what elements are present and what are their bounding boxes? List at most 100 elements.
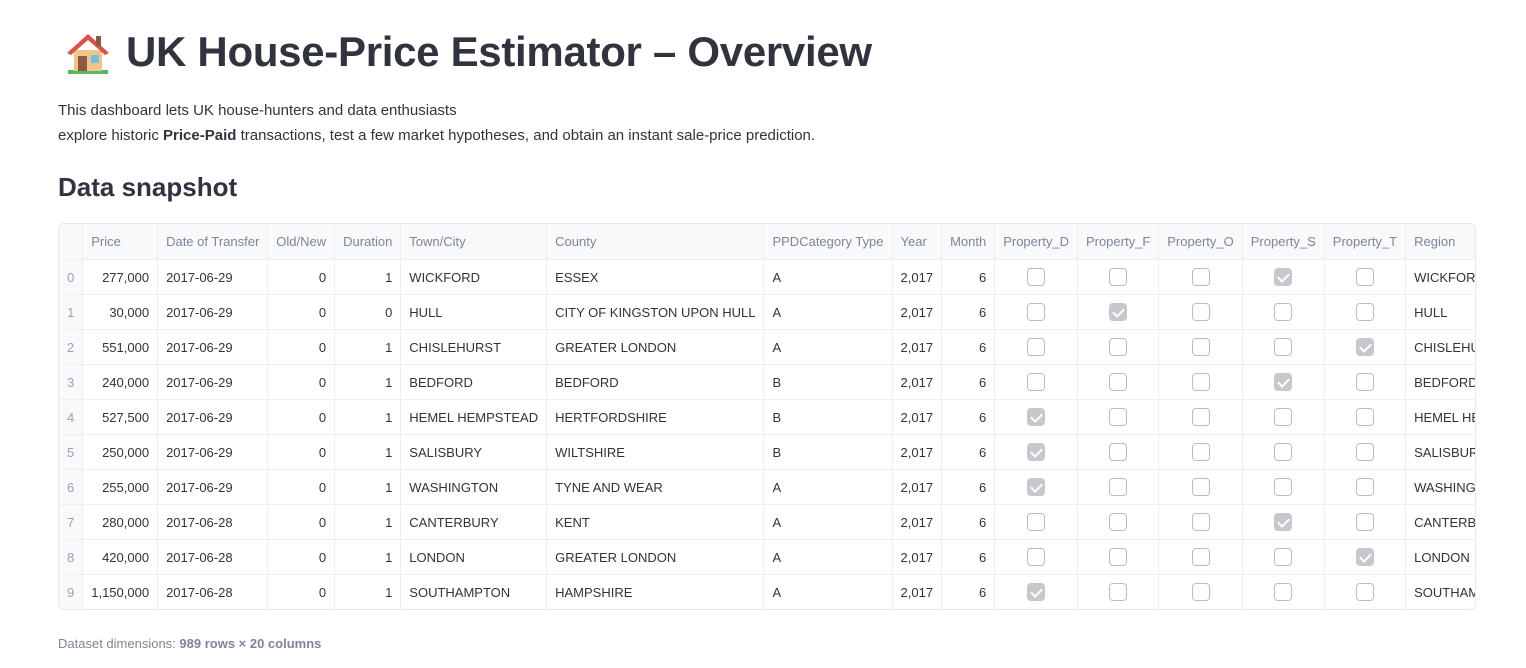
property-s-cell[interactable]	[1242, 329, 1325, 365]
column-header[interactable]: Duration	[334, 224, 402, 260]
property-f-cell[interactable]	[1077, 504, 1160, 540]
price-cell[interactable]: 250,000	[82, 434, 159, 470]
old-new-cell[interactable]: 0	[267, 259, 336, 295]
property-s-cell[interactable]	[1242, 399, 1325, 435]
unchecked-checkbox[interactable]	[1274, 303, 1293, 321]
town-cell[interactable]: HEMEL HEMPSTEAD	[400, 399, 548, 435]
unchecked-checkbox[interactable]	[1109, 338, 1128, 356]
checked-checkbox[interactable]	[1027, 583, 1046, 601]
unchecked-checkbox[interactable]	[1274, 338, 1293, 356]
unchecked-checkbox[interactable]	[1274, 478, 1293, 496]
ppd-category-cell[interactable]: A	[763, 574, 893, 609]
property-s-cell[interactable]	[1242, 539, 1325, 575]
property-s-cell[interactable]	[1242, 294, 1325, 330]
checked-checkbox[interactable]	[1355, 548, 1374, 566]
property-t-cell[interactable]	[1324, 259, 1407, 295]
price-cell[interactable]: 1,150,000	[82, 574, 159, 609]
year-cell[interactable]: 2,017	[892, 399, 943, 435]
duration-cell[interactable]: 1	[334, 469, 402, 505]
unchecked-checkbox[interactable]	[1274, 548, 1293, 566]
region-cell[interactable]: CANTERBUR	[1405, 504, 1475, 540]
unchecked-checkbox[interactable]	[1355, 583, 1374, 601]
property-d-cell[interactable]	[994, 574, 1078, 609]
year-cell[interactable]: 2,017	[892, 539, 943, 575]
unchecked-checkbox[interactable]	[1355, 303, 1374, 321]
month-cell[interactable]: 6	[941, 399, 996, 435]
town-cell[interactable]: SOUTHAMPTON	[400, 574, 548, 609]
region-cell[interactable]: WICKFORD	[1405, 259, 1475, 295]
property-t-cell[interactable]	[1324, 399, 1407, 435]
column-header[interactable]: Property_T	[1324, 224, 1407, 260]
property-f-cell[interactable]	[1077, 539, 1160, 575]
month-cell[interactable]: 6	[941, 364, 996, 400]
property-d-cell[interactable]	[994, 399, 1078, 435]
property-t-cell[interactable]	[1324, 574, 1407, 609]
old-new-cell[interactable]: 0	[267, 539, 336, 575]
year-cell[interactable]: 2,017	[892, 294, 943, 330]
unchecked-checkbox[interactable]	[1191, 583, 1210, 601]
region-cell[interactable]: WASHINGTO	[1405, 469, 1475, 505]
unchecked-checkbox[interactable]	[1027, 268, 1046, 286]
ppd-category-cell[interactable]: A	[763, 329, 893, 365]
column-header[interactable]: Property_D	[994, 224, 1078, 260]
table-row[interactable]: 3 240,000 2017-06-29 0 1 BEDFORD BEDFORD B 2,017…	[59, 364, 1475, 400]
property-o-cell[interactable]	[1158, 364, 1243, 400]
property-o-cell[interactable]	[1158, 329, 1243, 365]
price-cell[interactable]: 240,000	[82, 364, 159, 400]
column-header[interactable]: Price	[82, 224, 159, 260]
unchecked-checkbox[interactable]	[1027, 548, 1046, 566]
checked-checkbox[interactable]	[1027, 408, 1046, 426]
property-f-cell[interactable]	[1077, 469, 1160, 505]
price-cell[interactable]: 255,000	[82, 469, 159, 505]
county-cell[interactable]: TYNE AND WEAR	[546, 469, 765, 505]
duration-cell[interactable]: 1	[334, 434, 402, 470]
region-cell[interactable]: SALISBURY	[1405, 434, 1475, 470]
duration-cell[interactable]: 1	[334, 329, 402, 365]
price-cell[interactable]: 527,500	[82, 399, 159, 435]
property-o-cell[interactable]	[1158, 294, 1243, 330]
county-cell[interactable]: HAMPSHIRE	[546, 574, 765, 609]
unchecked-checkbox[interactable]	[1355, 408, 1374, 426]
county-cell[interactable]: BEDFORD	[546, 364, 765, 400]
property-s-cell[interactable]	[1242, 574, 1325, 609]
property-s-cell[interactable]	[1242, 469, 1325, 505]
unchecked-checkbox[interactable]	[1109, 548, 1128, 566]
table-row[interactable]: 0 277,000 2017-06-29 0 1 WICKFORD ESSEX A 2,017 6…	[59, 259, 1475, 295]
county-cell[interactable]: WILTSHIRE	[546, 434, 765, 470]
unchecked-checkbox[interactable]	[1027, 303, 1046, 321]
year-cell[interactable]: 2,017	[892, 574, 943, 609]
property-s-cell[interactable]	[1242, 504, 1325, 540]
row-index[interactable]: 2	[59, 329, 84, 365]
duration-cell[interactable]: 1	[334, 539, 402, 575]
date-cell[interactable]: 2017-06-29	[157, 294, 269, 330]
old-new-cell[interactable]: 0	[267, 504, 336, 540]
county-cell[interactable]: GREATER LONDON	[546, 539, 765, 575]
checked-checkbox[interactable]	[1274, 373, 1293, 391]
old-new-cell[interactable]: 0	[267, 399, 336, 435]
unchecked-checkbox[interactable]	[1109, 513, 1128, 531]
property-s-cell[interactable]	[1242, 434, 1325, 470]
property-f-cell[interactable]	[1077, 574, 1160, 609]
unchecked-checkbox[interactable]	[1191, 548, 1210, 566]
year-cell[interactable]: 2,017	[892, 504, 943, 540]
year-cell[interactable]: 2,017	[892, 434, 943, 470]
ppd-category-cell[interactable]: B	[763, 399, 893, 435]
property-d-cell[interactable]	[994, 504, 1078, 540]
old-new-cell[interactable]: 0	[267, 469, 336, 505]
table-row[interactable]: 4 527,500 2017-06-29 0 1 HEMEL HEMPSTEAD HERTF…	[59, 399, 1475, 435]
date-cell[interactable]: 2017-06-28	[157, 539, 269, 575]
town-cell[interactable]: WASHINGTON	[400, 469, 548, 505]
duration-cell[interactable]: 1	[334, 504, 402, 540]
column-header[interactable]: Town/City	[400, 224, 548, 260]
property-o-cell[interactable]	[1158, 574, 1243, 609]
table-row[interactable]: 6 255,000 2017-06-29 0 1 WASHINGTON TYNE AND W…	[59, 469, 1475, 505]
unchecked-checkbox[interactable]	[1191, 513, 1210, 531]
ppd-category-cell[interactable]: A	[763, 294, 893, 330]
date-cell[interactable]: 2017-06-29	[157, 329, 269, 365]
date-cell[interactable]: 2017-06-28	[157, 574, 269, 609]
unchecked-checkbox[interactable]	[1355, 443, 1374, 461]
unchecked-checkbox[interactable]	[1109, 268, 1128, 286]
unchecked-checkbox[interactable]	[1191, 408, 1210, 426]
checked-checkbox[interactable]	[1027, 478, 1046, 496]
region-cell[interactable]: LONDON	[1405, 539, 1475, 575]
